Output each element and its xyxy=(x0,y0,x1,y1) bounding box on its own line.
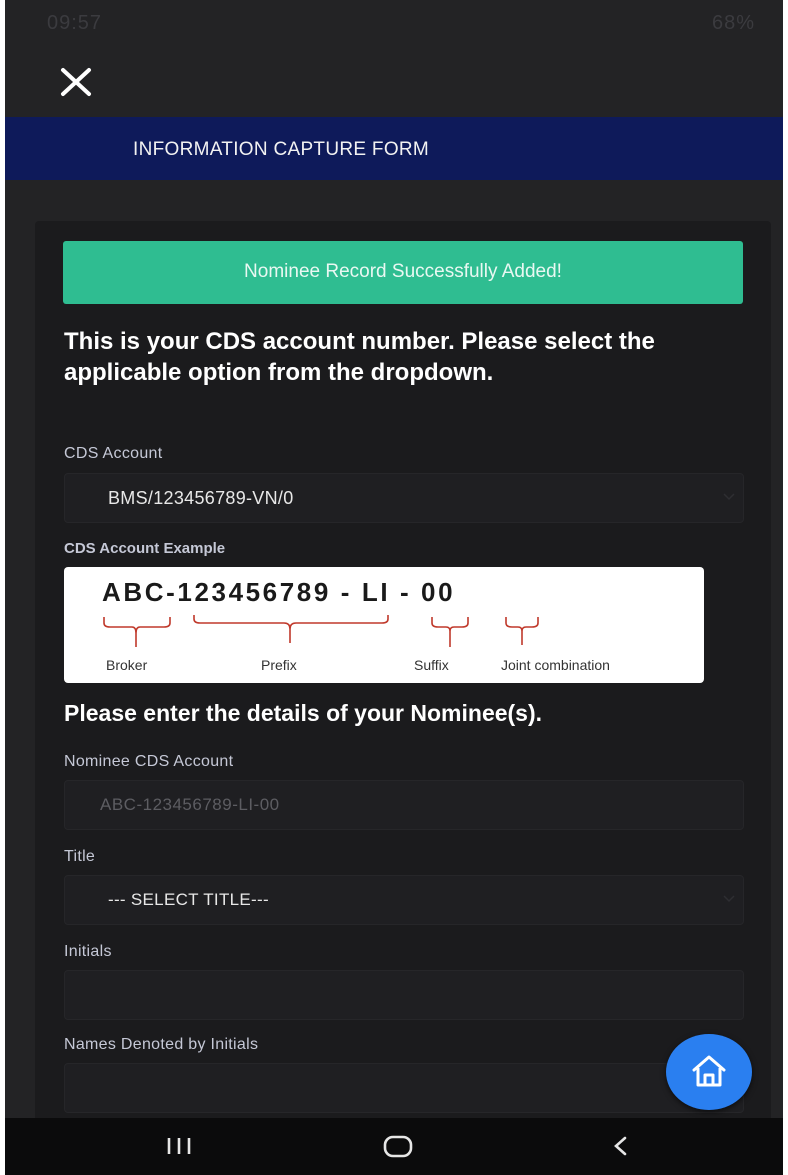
page-title: INFORMATION CAPTURE FORM xyxy=(133,139,430,160)
recent-apps-icon[interactable] xyxy=(163,1132,195,1160)
names-by-initials-label: Names Denoted by Initials xyxy=(64,1036,259,1053)
cds-account-value: BMS/123456789-VN/0 xyxy=(108,488,294,508)
title-select[interactable]: --- SELECT TITLE--- xyxy=(64,875,744,925)
cds-example-label: CDS Account Example xyxy=(64,540,226,557)
close-button[interactable] xyxy=(55,58,99,102)
system-nav-bar xyxy=(5,1118,783,1175)
example-part-joint: Joint combination xyxy=(501,657,610,673)
chevron-down-icon xyxy=(723,895,735,903)
home-button[interactable] xyxy=(666,1034,752,1110)
status-time: 09:57 xyxy=(47,12,103,34)
title-select-value: --- SELECT TITLE--- xyxy=(108,890,269,909)
initials-label: Initials xyxy=(64,943,112,960)
example-part-prefix: Prefix xyxy=(261,657,297,673)
phone-screen: 09:57 68% INFORMATION CAPTURE FORM Nomin… xyxy=(5,0,783,1175)
nominee-section-heading: Please enter the details of your Nominee… xyxy=(64,700,543,726)
intro-heading: This is your CDS account number. Please … xyxy=(64,328,655,386)
success-alert: Nominee Record Successfully Added! xyxy=(63,241,743,304)
home-icon xyxy=(692,1055,726,1087)
chevron-down-icon xyxy=(723,493,735,501)
close-icon xyxy=(61,68,91,96)
back-icon[interactable] xyxy=(607,1132,635,1160)
nominee-cds-input[interactable]: ABC-123456789-LI-00 xyxy=(64,780,744,830)
success-alert-message: Nominee Record Successfully Added! xyxy=(244,261,562,282)
initials-input[interactable] xyxy=(64,970,744,1020)
example-part-broker: Broker xyxy=(106,657,148,673)
title-label: Title xyxy=(64,848,96,865)
cds-example-image: ABC-123456789 - LI - 00 Broker Prefix Su… xyxy=(64,567,704,683)
names-by-initials-input[interactable] xyxy=(64,1063,744,1113)
cds-account-select[interactable]: BMS/123456789-VN/0 xyxy=(64,473,744,523)
example-part-suffix: Suffix xyxy=(414,657,449,673)
cds-account-label: CDS Account xyxy=(64,445,163,462)
status-battery: 68% xyxy=(711,12,755,34)
home-nav-icon[interactable] xyxy=(381,1132,415,1160)
nominee-cds-label: Nominee CDS Account xyxy=(64,753,234,770)
nominee-cds-placeholder: ABC-123456789-LI-00 xyxy=(100,795,280,814)
status-bar: 09:57 68% xyxy=(5,0,783,48)
header-bar: INFORMATION CAPTURE FORM xyxy=(5,117,783,180)
